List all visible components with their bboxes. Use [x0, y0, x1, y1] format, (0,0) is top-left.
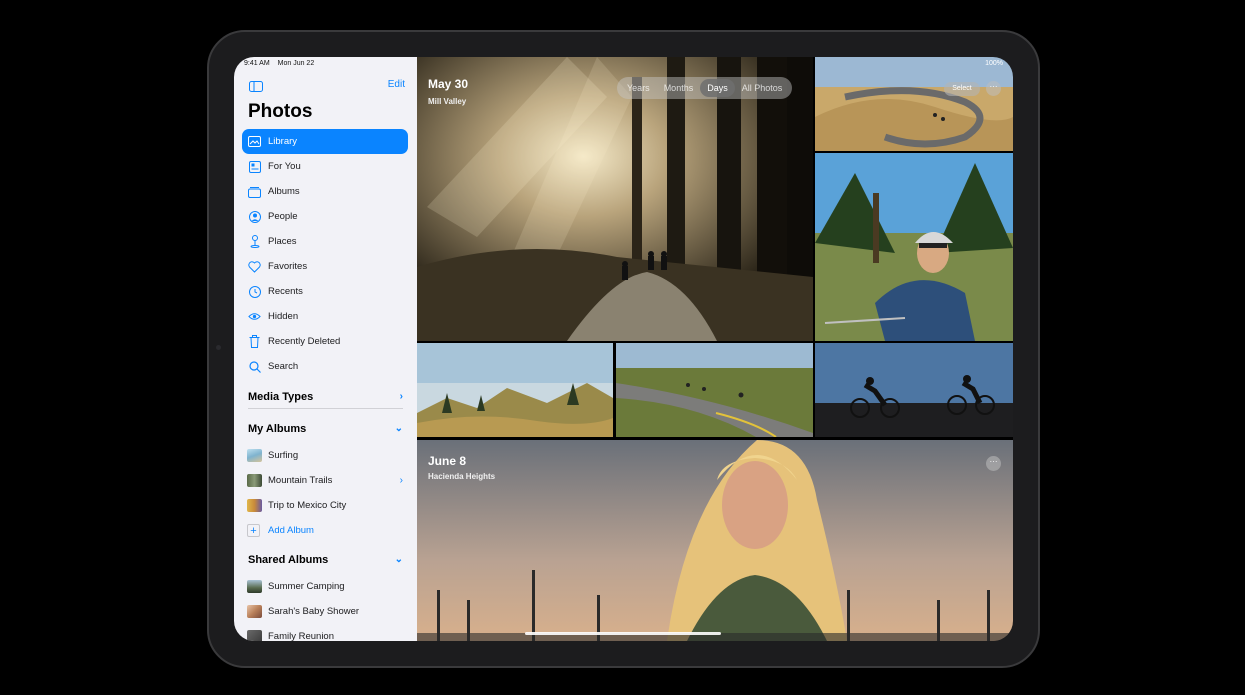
- sidebar-item-favorites[interactable]: Favorites: [242, 254, 408, 279]
- people-icon: [248, 210, 261, 223]
- sidebar-item-places[interactable]: Places: [242, 229, 408, 254]
- sidebar-item-label: Albums: [268, 186, 300, 197]
- chevron-right-icon: ›: [399, 391, 403, 402]
- album-item-surfing[interactable]: Surfing: [247, 443, 405, 468]
- photo-woman-portrait[interactable]: [417, 440, 1013, 641]
- status-battery: 100%: [985, 60, 1003, 67]
- segment-months[interactable]: Months: [657, 79, 701, 97]
- shared-album-item-sarahs-baby-shower[interactable]: Sarah's Baby Shower: [247, 599, 405, 624]
- album-item-trip-to-mexico-city[interactable]: Trip to Mexico City: [247, 493, 405, 518]
- clock-icon: [248, 285, 261, 298]
- heart-icon: [248, 260, 261, 273]
- select-button[interactable]: Select: [944, 82, 980, 96]
- sidebar-item-label: For You: [268, 161, 301, 172]
- my-albums-label: My Albums: [248, 423, 307, 435]
- section-date: May 30: [428, 77, 469, 91]
- sidebar: 9:41 AM Mon Jun 22 Edit Photos Library F…: [234, 57, 417, 641]
- shared-album-item-summer-camping[interactable]: Summer Camping: [247, 574, 405, 599]
- shared-albums-list: Summer Camping Sarah's Baby Shower Famil…: [247, 574, 405, 641]
- sidebar-title: Photos: [248, 101, 313, 122]
- sidebar-item-label: Recents: [268, 286, 303, 297]
- section-location: Hacienda Heights: [428, 472, 496, 481]
- add-album-label: Add Album: [268, 525, 314, 536]
- sidebar-nav: Library For You Albums People Places Fav…: [242, 129, 408, 379]
- sidebar-item-label: Hidden: [268, 311, 299, 322]
- photos-app-screen: 9:41 AM Mon Jun 22 Edit Photos Library F…: [234, 57, 1013, 641]
- section-location: Mill Valley: [428, 97, 467, 106]
- status-bar-left: 9:41 AM Mon Jun 22: [244, 60, 320, 67]
- sidebar-item-label: Search: [268, 361, 299, 372]
- album-thumbnail: [247, 605, 262, 618]
- sidebar-item-label: People: [268, 211, 298, 222]
- photo-winding-road[interactable]: [815, 57, 1013, 151]
- album-label: Trip to Mexico City: [268, 500, 347, 511]
- shared-albums-label: Shared Albums: [248, 554, 329, 566]
- album-label: Sarah's Baby Shower: [268, 606, 360, 617]
- shared-album-item-family-reunion[interactable]: Family Reunion: [247, 624, 405, 641]
- sidebar-item-albums[interactable]: Albums: [242, 179, 408, 204]
- album-label: Family Reunion: [268, 631, 334, 641]
- segment-years[interactable]: Years: [620, 79, 657, 97]
- plus-icon: +: [247, 524, 260, 537]
- sidebar-item-label: Recently Deleted: [268, 336, 341, 347]
- search-icon: [248, 360, 261, 373]
- library-icon: [248, 135, 261, 148]
- section-date: June 8: [428, 454, 467, 468]
- sidebar-item-recents[interactable]: Recents: [242, 279, 408, 304]
- album-label: Summer Camping: [268, 581, 345, 592]
- places-icon: [248, 235, 261, 248]
- media-types-label: Media Types: [248, 391, 314, 403]
- segment-all-photos[interactable]: All Photos: [735, 79, 790, 97]
- chevron-down-icon: ⌄: [394, 554, 403, 565]
- add-album-button[interactable]: + Add Album: [247, 518, 405, 543]
- more-options-icon[interactable]: ···: [986, 81, 1001, 96]
- shared-albums-header[interactable]: Shared Albums ⌄: [248, 554, 403, 566]
- status-date: Mon Jun 22: [277, 60, 315, 67]
- album-label: Surfing: [268, 450, 299, 461]
- sidebar-item-label: Places: [268, 236, 297, 247]
- chevron-right-icon: ›: [399, 475, 403, 486]
- my-albums-list: Surfing Mountain Trails › Trip to Mexico…: [247, 443, 405, 543]
- my-albums-header[interactable]: My Albums ⌄: [248, 423, 403, 435]
- album-thumbnail: [247, 580, 262, 593]
- trash-icon: [248, 335, 261, 348]
- sidebar-item-search[interactable]: Search: [242, 354, 408, 379]
- media-types-header[interactable]: Media Types ›: [248, 391, 403, 403]
- sidebar-item-library[interactable]: Library: [242, 129, 408, 154]
- albums-icon: [248, 185, 261, 198]
- photo-hillside[interactable]: [417, 343, 613, 437]
- chevron-down-icon: ⌄: [394, 423, 403, 434]
- edit-button[interactable]: Edit: [388, 79, 405, 90]
- sidebar-toggle-icon[interactable]: [249, 79, 263, 92]
- photo-cyclist-portrait[interactable]: [815, 153, 1013, 341]
- sidebar-item-label: Library: [268, 136, 298, 147]
- album-thumbnail: [247, 449, 262, 462]
- album-thumbnail: [247, 474, 262, 487]
- divider: [248, 408, 403, 409]
- sidebar-item-people[interactable]: People: [242, 204, 408, 229]
- sidebar-item-label: Favorites: [268, 261, 308, 272]
- sidebar-item-recently-deleted[interactable]: Recently Deleted: [242, 329, 408, 354]
- for-you-icon: [248, 160, 261, 173]
- more-options-icon[interactable]: ···: [986, 456, 1001, 471]
- status-time: 9:41 AM: [244, 60, 270, 67]
- album-thumbnail: [247, 630, 262, 641]
- front-camera: [216, 345, 221, 350]
- sidebar-item-hidden[interactable]: Hidden: [242, 304, 408, 329]
- album-thumbnail: [247, 499, 262, 512]
- album-item-mountain-trails[interactable]: Mountain Trails ›: [247, 468, 405, 493]
- eye-icon: [248, 310, 261, 323]
- photo-cyclists-forest[interactable]: [417, 57, 813, 341]
- album-label: Mountain Trails: [268, 475, 333, 486]
- segment-days[interactable]: Days: [700, 79, 735, 97]
- home-indicator: [525, 632, 721, 635]
- sidebar-item-for-you[interactable]: For You: [242, 154, 408, 179]
- photo-silhouette-cyclists[interactable]: [815, 343, 1013, 437]
- view-mode-segmented-control: Years Months Days All Photos: [617, 77, 793, 99]
- photo-riders-road[interactable]: [616, 343, 813, 437]
